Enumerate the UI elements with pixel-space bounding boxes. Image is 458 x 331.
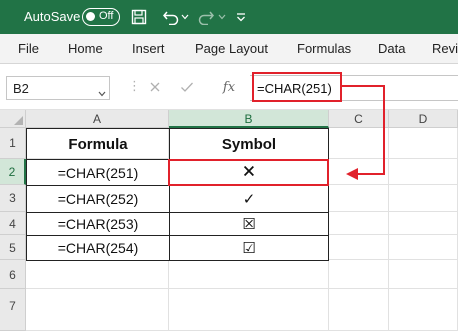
table-header-symbol[interactable]: Symbol <box>169 128 329 160</box>
name-box-value: B2 <box>13 81 29 96</box>
cell-d5[interactable] <box>389 235 458 260</box>
symbol-cell-b3[interactable]: ✓ <box>169 185 329 213</box>
formula-cell-a5[interactable]: =CHAR(254) <box>26 235 170 261</box>
row-header-2[interactable]: 2 <box>0 159 26 185</box>
row-header-4[interactable]: 4 <box>0 212 26 235</box>
row-header-1[interactable]: 1 <box>0 128 26 159</box>
cell-c2[interactable] <box>329 159 389 185</box>
cell-c6[interactable] <box>329 260 389 289</box>
cell-c3[interactable] <box>329 185 389 212</box>
select-all-triangle <box>14 116 23 125</box>
tab-file[interactable]: File <box>18 41 39 56</box>
formula-bar-separator: ⋮ <box>128 78 141 93</box>
cell-d1[interactable] <box>389 128 458 159</box>
tab-insert[interactable]: Insert <box>132 41 165 56</box>
symbol-cell-b5[interactable]: ☑ <box>169 235 329 261</box>
title-bar: AutoSave Off <box>0 0 458 34</box>
tab-data[interactable]: Data <box>378 41 405 56</box>
column-header-b[interactable]: B <box>169 110 329 128</box>
cell-d4[interactable] <box>389 212 458 235</box>
formula-bar: B2 ⋮ fx =CHAR(251) <box>0 64 458 110</box>
autosave-toggle[interactable]: Off <box>82 8 120 26</box>
select-all-corner[interactable] <box>0 110 26 128</box>
cell-d2[interactable] <box>389 159 458 185</box>
chevron-down-icon[interactable] <box>98 84 106 102</box>
cell-b7[interactable] <box>169 289 329 331</box>
row-header-5[interactable]: 5 <box>0 235 26 260</box>
cell-d6[interactable] <box>389 260 458 289</box>
insert-function-icon[interactable]: fx <box>219 76 239 98</box>
cell-a7[interactable] <box>26 289 169 331</box>
tab-review[interactable]: Revi <box>432 41 458 56</box>
fx-label: fx <box>222 79 236 95</box>
row-header-6[interactable]: 6 <box>0 260 26 289</box>
redo-icon[interactable] <box>195 6 217 28</box>
undo-icon[interactable] <box>160 6 182 28</box>
cell-b6[interactable] <box>169 260 329 289</box>
column-header-a[interactable]: A <box>26 110 169 128</box>
column-header-d[interactable]: D <box>389 110 458 128</box>
cell-d7[interactable] <box>389 289 458 331</box>
selected-cell-highlight <box>168 159 329 186</box>
tab-page-layout[interactable]: Page Layout <box>195 41 268 56</box>
worksheet-grid: A B C D 1 2 3 4 5 6 7 Formula Symbol =CH… <box>0 110 458 331</box>
column-header-c[interactable]: C <box>329 110 389 128</box>
cell-d3[interactable] <box>389 185 458 212</box>
cancel-icon[interactable] <box>145 76 165 98</box>
autosave-label: AutoSave <box>24 9 81 24</box>
undo-dropdown-icon[interactable] <box>180 6 190 28</box>
cell-c4[interactable] <box>329 212 389 235</box>
toggle-knob <box>86 12 95 21</box>
symbol-cell-b4[interactable]: ☒ <box>169 212 329 236</box>
cell-c5[interactable] <box>329 235 389 260</box>
enter-icon[interactable] <box>177 76 197 98</box>
table-header-formula[interactable]: Formula <box>26 128 170 160</box>
formula-cell-a3[interactable]: =CHAR(252) <box>26 185 170 213</box>
cell-a6[interactable] <box>26 260 169 289</box>
cell-c1[interactable] <box>329 128 389 159</box>
cell-c7[interactable] <box>329 289 389 331</box>
tab-home[interactable]: Home <box>68 41 103 56</box>
ribbon-tabs: File Home Insert Page Layout Formulas Da… <box>0 34 458 64</box>
autosave-state: Off <box>99 10 114 22</box>
tab-formulas[interactable]: Formulas <box>297 41 351 56</box>
formula-cell-a4[interactable]: =CHAR(253) <box>26 212 170 236</box>
save-icon[interactable] <box>128 6 150 28</box>
customize-toolbar-icon[interactable] <box>230 6 252 28</box>
formula-highlight-box <box>252 72 342 102</box>
redo-dropdown-icon[interactable] <box>217 6 227 28</box>
row-header-3[interactable]: 3 <box>0 185 26 212</box>
row-header-7[interactable]: 7 <box>0 289 26 331</box>
name-box[interactable]: B2 <box>6 76 110 100</box>
formula-cell-a2[interactable]: =CHAR(251) <box>26 159 170 186</box>
